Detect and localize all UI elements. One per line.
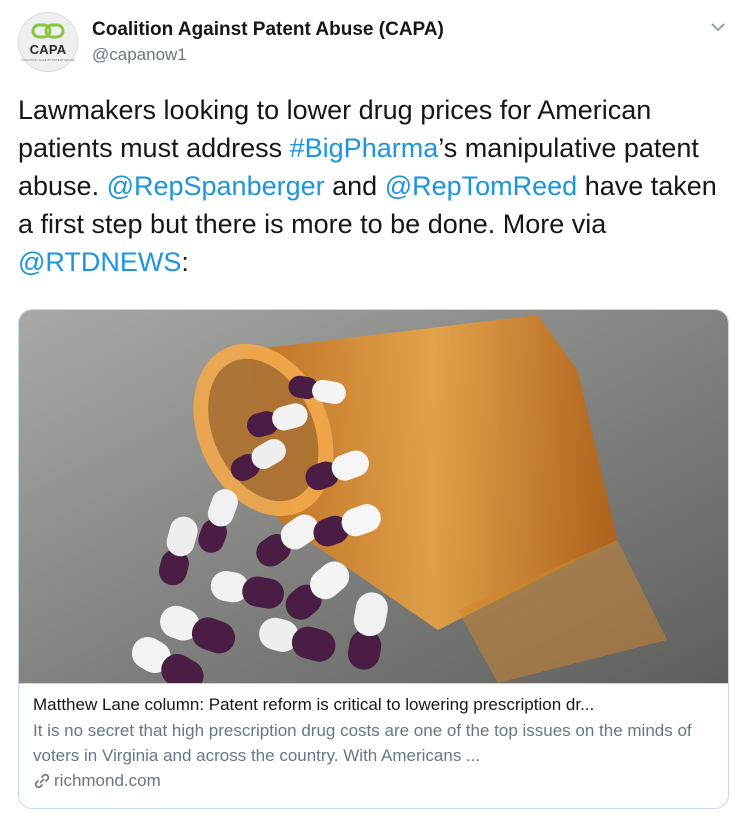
tweet-text: Lawmakers looking to lower drug prices f… xyxy=(18,91,730,281)
card-domain[interactable]: richmond.com xyxy=(33,769,714,793)
mention-link-rtdnews[interactable]: @RTDNEWS xyxy=(18,247,181,277)
mention-link-reptomreed[interactable]: @RepTomReed xyxy=(385,171,578,201)
avatar-tagline: COALITION AGAINST PATENT ABUSE xyxy=(21,58,75,62)
link-icon xyxy=(34,773,50,789)
capa-chain-logo xyxy=(31,23,65,39)
author-handle[interactable]: @capanow1 xyxy=(92,45,187,65)
card-title[interactable]: Matthew Lane column: Patent reform is cr… xyxy=(33,694,714,716)
avatar-label: CAPA xyxy=(29,42,67,57)
tweet-text-part: and xyxy=(324,171,385,201)
card-description: It is no secret that high prescription d… xyxy=(33,721,692,765)
card-meta[interactable]: Matthew Lane column: Patent reform is cr… xyxy=(19,683,728,793)
link-card[interactable]: Matthew Lane column: Patent reform is cr… xyxy=(18,309,729,809)
avatar[interactable]: CAPA COALITION AGAINST PATENT ABUSE xyxy=(18,12,78,72)
chevron-down-icon[interactable] xyxy=(709,20,727,34)
mention-link-repspanberger[interactable]: @RepSpanberger xyxy=(107,171,325,201)
hashtag-link[interactable]: #BigPharma xyxy=(290,133,439,163)
card-domain-text: richmond.com xyxy=(54,771,161,790)
author-name[interactable]: Coalition Against Patent Abuse (CAPA) xyxy=(92,19,444,41)
tweet-text-part: : xyxy=(181,247,189,277)
card-image-pill-bottle[interactable] xyxy=(19,310,728,683)
